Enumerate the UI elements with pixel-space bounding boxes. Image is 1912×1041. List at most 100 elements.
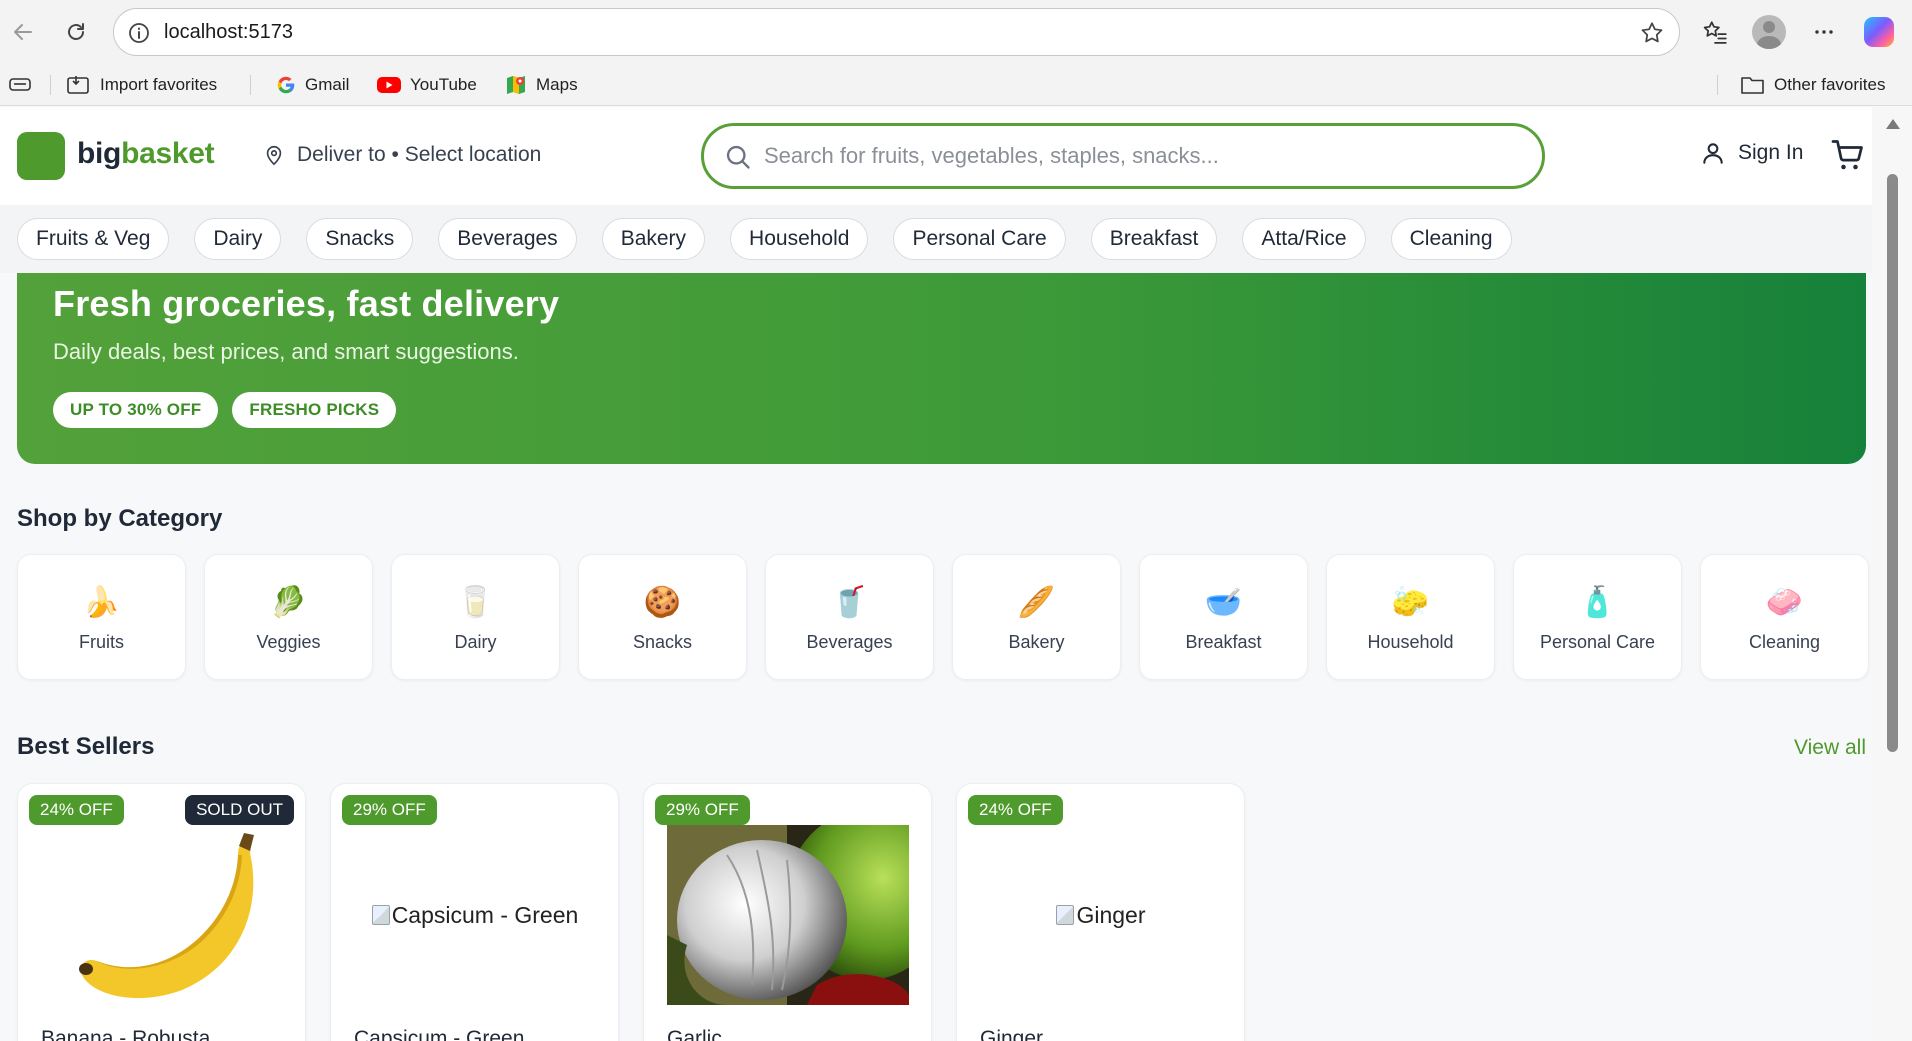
profile-avatar-icon bbox=[1752, 15, 1786, 49]
sponge-icon: 🧽 bbox=[1391, 585, 1430, 620]
favorite-youtube[interactable]: YouTube bbox=[376, 72, 477, 98]
category-tile-snacks[interactable]: 🍪 Snacks bbox=[578, 554, 747, 680]
user-icon bbox=[1703, 143, 1723, 164]
youtube-icon bbox=[377, 77, 401, 93]
category-tile-label: Dairy bbox=[454, 632, 497, 652]
category-tile-beverages[interactable]: 🥤 Beverages bbox=[765, 554, 934, 680]
category-tile-breakfast[interactable]: 🥣 Breakfast bbox=[1139, 554, 1308, 680]
location-pin-icon bbox=[266, 145, 282, 166]
scrollbar-thumb[interactable] bbox=[1887, 174, 1898, 752]
product-image-banana[interactable] bbox=[41, 825, 283, 1005]
product-name[interactable]: Capsicum - Green bbox=[354, 1027, 524, 1041]
address-bar[interactable]: localhost:5173 bbox=[113, 8, 1680, 56]
shop-by-category-title: Shop by Category bbox=[17, 505, 223, 532]
product-name[interactable]: Ginger bbox=[980, 1027, 1043, 1041]
leafy-greens-icon: 🥬 bbox=[269, 585, 308, 620]
nav-chip-bakery[interactable]: Bakery bbox=[601, 218, 706, 260]
broken-image-icon bbox=[371, 905, 390, 925]
hero-badge-discount[interactable]: UP TO 30% OFF bbox=[53, 392, 219, 428]
category-tile-personal-care[interactable]: 🧴 Personal Care bbox=[1513, 554, 1682, 680]
category-tile-cleaning[interactable]: 🧼 Cleaning bbox=[1700, 554, 1869, 680]
tab-actions-icon[interactable] bbox=[8, 76, 32, 94]
discount-badge: 24% OFF bbox=[29, 795, 124, 825]
product-image-garlic[interactable] bbox=[667, 825, 909, 1005]
nav-chip-dairy[interactable]: Dairy bbox=[194, 218, 282, 260]
google-icon bbox=[277, 76, 295, 94]
favorite-label: YouTube bbox=[410, 75, 477, 94]
favorites-button[interactable] bbox=[1697, 14, 1733, 50]
import-favorites-icon bbox=[67, 76, 89, 94]
sign-in-label: Sign In bbox=[1738, 141, 1804, 164]
view-all-link[interactable]: View all bbox=[1794, 736, 1866, 760]
logo-mark[interactable] bbox=[17, 132, 65, 180]
sold-out-badge: SOLD OUT bbox=[185, 795, 294, 825]
favorite-star-icon[interactable] bbox=[1639, 20, 1665, 46]
location-selector[interactable]: Deliver to • Select location bbox=[263, 143, 541, 167]
cart-button[interactable] bbox=[1830, 137, 1866, 178]
broken-image-alt: Capsicum - Green bbox=[371, 902, 578, 929]
nav-chip-snacks[interactable]: Snacks bbox=[306, 218, 414, 260]
folder-icon bbox=[1741, 77, 1764, 94]
category-tile-label: Household bbox=[1367, 632, 1454, 652]
best-sellers-grid: 24% OFF SOLD OUT Banana - Robusta Capsic… bbox=[17, 783, 1245, 1041]
product-name[interactable]: Garlic bbox=[667, 1027, 722, 1041]
copilot-button[interactable] bbox=[1861, 14, 1897, 50]
back-button[interactable] bbox=[6, 15, 40, 49]
reload-button[interactable] bbox=[59, 15, 93, 49]
milk-glass-icon: 🥛 bbox=[456, 585, 495, 620]
search-input[interactable] bbox=[764, 136, 1524, 176]
nav-chip-breakfast[interactable]: Breakfast bbox=[1090, 218, 1218, 260]
hero-title: Fresh groceries, fast delivery bbox=[53, 283, 560, 324]
logo-basket-text: basket bbox=[121, 137, 215, 170]
category-tile-household[interactable]: 🧽 Household bbox=[1326, 554, 1495, 680]
category-tile-fruits[interactable]: 🍌 Fruits bbox=[17, 554, 186, 680]
favorite-label: Gmail bbox=[305, 75, 350, 94]
product-card-banana[interactable]: 24% OFF SOLD OUT Banana - Robusta bbox=[17, 783, 306, 1041]
sign-in-button[interactable]: Sign In bbox=[1700, 139, 1803, 167]
nav-chip-household[interactable]: Household bbox=[730, 218, 869, 260]
product-card-garlic[interactable]: 29% OFF Garlic bbox=[643, 783, 932, 1041]
nav-chip-cleaning[interactable]: Cleaning bbox=[1390, 218, 1512, 260]
category-tile-veggies[interactable]: 🥬 Veggies bbox=[204, 554, 373, 680]
page-scrollbar[interactable] bbox=[1872, 107, 1912, 1041]
nav-chip-beverages[interactable]: Beverages bbox=[438, 218, 577, 260]
favorite-import[interactable]: Import favorites bbox=[66, 72, 217, 98]
more-dots-icon bbox=[1815, 30, 1833, 34]
lotion-bottle-icon: 🧴 bbox=[1578, 585, 1617, 620]
other-favorites-label: Other favorites bbox=[1774, 75, 1886, 94]
nav-chip-fruits-veg[interactable]: Fruits & Veg bbox=[17, 218, 170, 260]
profile-button[interactable] bbox=[1751, 14, 1787, 50]
favorite-gmail[interactable]: Gmail bbox=[275, 72, 349, 98]
nav-chip-atta-rice[interactable]: Atta/Rice bbox=[1242, 218, 1366, 260]
search-bar[interactable] bbox=[701, 123, 1545, 189]
discount-badge: 29% OFF bbox=[342, 795, 437, 825]
garlic-lime-photo bbox=[667, 825, 909, 1005]
other-favorites[interactable]: Other favorites bbox=[1740, 72, 1886, 98]
best-sellers-title: Best Sellers bbox=[17, 733, 155, 760]
product-image-capsicum[interactable]: Capsicum - Green bbox=[354, 825, 596, 1005]
copilot-icon bbox=[1864, 17, 1894, 47]
favorite-maps[interactable]: Maps bbox=[504, 72, 578, 98]
favorites-list-icon bbox=[1703, 21, 1727, 44]
product-card-ginger[interactable]: Ginger 24% OFF Ginger bbox=[956, 783, 1245, 1041]
more-menu-button[interactable] bbox=[1806, 14, 1842, 50]
site-info-icon[interactable] bbox=[127, 21, 151, 45]
scroll-up-arrow-icon[interactable] bbox=[1886, 119, 1900, 129]
category-tile-bakery[interactable]: 🥖 Bakery bbox=[952, 554, 1121, 680]
logo-wordmark[interactable]: bigbasket bbox=[77, 137, 215, 171]
product-card-capsicum[interactable]: Capsicum - Green 29% OFF Capsicum - Gree… bbox=[330, 783, 619, 1041]
product-name[interactable]: Banana - Robusta bbox=[41, 1027, 210, 1041]
category-nav: Fruits & Veg Dairy Snacks Beverages Bake… bbox=[0, 205, 1872, 273]
favorites-divider bbox=[50, 75, 51, 95]
product-image-ginger[interactable]: Ginger bbox=[980, 825, 1222, 1005]
category-tile-label: Beverages bbox=[806, 632, 893, 652]
soap-icon: 🧼 bbox=[1765, 585, 1804, 620]
hero-badge-fresho[interactable]: FRESHO PICKS bbox=[232, 392, 397, 428]
category-tile-label: Cleaning bbox=[1748, 632, 1821, 652]
category-tile-dairy[interactable]: 🥛 Dairy bbox=[391, 554, 560, 680]
url-text[interactable]: localhost:5173 bbox=[164, 21, 293, 44]
nav-chip-personal-care[interactable]: Personal Care bbox=[893, 218, 1066, 260]
category-tile-label: Snacks bbox=[632, 632, 693, 652]
shopping-cart-icon bbox=[1831, 140, 1863, 170]
maps-icon bbox=[507, 76, 525, 94]
